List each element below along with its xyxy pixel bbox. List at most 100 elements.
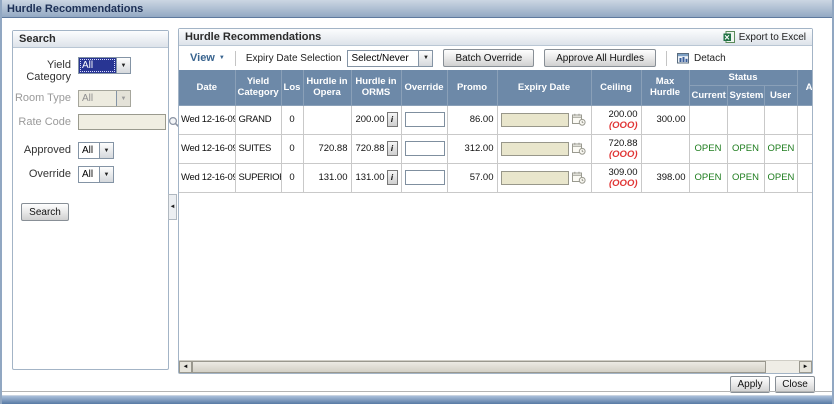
expiry-date-input[interactable] [500, 141, 569, 156]
column-header-yield-category: Yield Category [235, 70, 282, 106]
chevron-down-icon[interactable]: ▼ [99, 143, 113, 158]
yield-category-cell: SUPERIOR [235, 163, 282, 193]
hurdle-in-orms-cell: 720.88 i [351, 134, 402, 164]
column-header-status-current: Current [689, 85, 728, 106]
date-cell: Wed 12-16-09 [179, 163, 236, 193]
splitter-collapse-handle[interactable]: ◄ [168, 194, 177, 220]
table-row[interactable]: Wed 12-16-09 GRAND 0 200.00 i 86.00 200.… [179, 105, 812, 135]
column-header-override: Override [401, 70, 448, 106]
ceiling-cell: 309.00 (OOO) [591, 163, 642, 193]
calendar-icon[interactable] [571, 142, 586, 155]
yield-category-value: All [79, 58, 116, 73]
window-bottom-border [2, 395, 832, 404]
rate-code-field: Rate Code [13, 114, 180, 130]
column-header-date: Date [179, 70, 236, 106]
chevron-down-icon[interactable]: ▼ [418, 50, 433, 66]
detach-button[interactable]: Detach [676, 52, 726, 64]
excel-icon [723, 31, 735, 43]
override-input[interactable] [404, 170, 445, 185]
column-header-expiry-date: Expiry Date [497, 70, 592, 106]
status-user-cell: OPEN [764, 134, 798, 164]
override-select[interactable]: All ▼ [78, 166, 114, 183]
ceiling-cell: 720.88 (OOO) [591, 134, 642, 164]
yield-category-cell: SUITES [235, 134, 282, 164]
hurdle-panel-header: Hurdle Recommendations Export to Excel [179, 29, 812, 46]
expiry-date-cell [497, 163, 592, 193]
expiry-date-cell [497, 105, 592, 135]
orms-info-button[interactable]: i [386, 170, 398, 185]
window-titlebar: Hurdle Recommendations [2, 0, 832, 18]
column-group-status: Status [689, 70, 798, 86]
expiry-date-selection-label: Expiry Date Selection [245, 52, 342, 64]
approved-value: All [82, 145, 94, 156]
chevron-down-icon: ▼ [116, 91, 130, 106]
date-cell: Wed 12-16-09 [179, 134, 236, 164]
status-system-cell: OPEN [727, 163, 765, 193]
column-header-los: Los [281, 70, 304, 106]
override-value: All [82, 169, 94, 180]
toolbar-separator [665, 50, 667, 66]
horizontal-scrollbar[interactable]: ◄ ► [179, 360, 812, 373]
search-form: Yield Category All ▼ Room Type All ▼ Rat… [13, 48, 180, 221]
promo-cell: 312.00 [447, 134, 498, 164]
calendar-icon[interactable] [571, 113, 586, 126]
export-to-excel-button[interactable]: Export to Excel [723, 31, 806, 43]
room-type-value: All [79, 91, 116, 106]
chevron-down-icon[interactable]: ▼ [116, 58, 130, 73]
promo-cell: 57.00 [447, 163, 498, 193]
status-current-cell: OPEN [689, 163, 728, 193]
orms-info-button[interactable]: i [386, 141, 398, 156]
rate-code-label: Rate Code [18, 116, 71, 128]
view-menu-button[interactable]: View ▼ [190, 52, 225, 64]
column-header-hurdle-in-orms: Hurdle in ORMS [351, 70, 402, 106]
approve-cell-clipped [797, 134, 812, 164]
scroll-left-icon[interactable]: ◄ [179, 361, 192, 373]
override-label: Override [28, 168, 71, 180]
expiry-date-selection-select[interactable]: Select/Never ▼ [347, 49, 434, 67]
search-panel-title: Search [19, 33, 56, 45]
max-hurdle-cell: 300.00 [641, 105, 690, 135]
column-header-hurdle-in-opera: Hurdle in Opera [303, 70, 352, 106]
column-header-max-hurdle: Max Hurdle [641, 70, 690, 106]
chevron-down-icon[interactable]: ▼ [99, 167, 113, 182]
yield-category-label: Yield Category [26, 59, 71, 83]
override-cell [401, 163, 448, 193]
search-panel: Search Yield Category All ▼ Room Type Al… [12, 30, 180, 370]
expiry-date-selection-value: Select/Never [351, 52, 409, 64]
override-input[interactable] [404, 141, 445, 156]
column-header-approve-clipped: Ap [797, 70, 812, 106]
approved-field: Approved All ▼ [13, 142, 164, 159]
override-field: Override All ▼ [13, 166, 164, 183]
expiry-date-cell [497, 134, 592, 164]
column-header-status-system: System [727, 85, 765, 106]
rate-code-input [78, 114, 166, 130]
table-row[interactable]: Wed 12-16-09 SUITES 0 720.88 720.88 i 312… [179, 134, 812, 164]
calendar-icon[interactable] [571, 171, 586, 184]
hurdle-panel-title: Hurdle Recommendations [185, 31, 322, 43]
expiry-date-input[interactable] [500, 170, 569, 185]
hurdle-in-opera-cell [303, 105, 352, 135]
scrollbar-thumb[interactable] [192, 361, 766, 373]
approve-all-hurdles-button[interactable]: Approve All Hurdles [544, 49, 656, 67]
expiry-date-input[interactable] [500, 112, 569, 127]
status-current-cell: OPEN [689, 134, 728, 164]
promo-cell: 86.00 [447, 105, 498, 135]
ceiling-cell: 200.00 (OOO) [591, 105, 642, 135]
date-cell: Wed 12-16-09 [179, 105, 236, 135]
table-row[interactable]: Wed 12-16-09 SUPERIOR 0 131.00 131.00i 5… [179, 163, 812, 193]
yield-category-select[interactable]: All ▼ [78, 57, 131, 74]
ceiling-ooo-flag: (OOO) [609, 177, 638, 189]
override-input[interactable] [404, 112, 445, 127]
scrollbar-track[interactable] [766, 361, 799, 373]
override-cell [401, 134, 448, 164]
approved-select[interactable]: All ▼ [78, 142, 114, 159]
status-system-cell [727, 105, 765, 135]
toolbar-separator [234, 50, 236, 66]
orms-info-button[interactable]: i [386, 112, 398, 127]
search-button[interactable]: Search [21, 203, 69, 221]
batch-override-button[interactable]: Batch Override [443, 49, 535, 67]
scroll-right-icon[interactable]: ► [799, 361, 812, 373]
max-hurdle-cell [641, 134, 690, 164]
los-cell: 0 [281, 105, 304, 135]
hurdle-recommendations-window: Hurdle Recommendations Search Yield Cate… [0, 0, 834, 404]
